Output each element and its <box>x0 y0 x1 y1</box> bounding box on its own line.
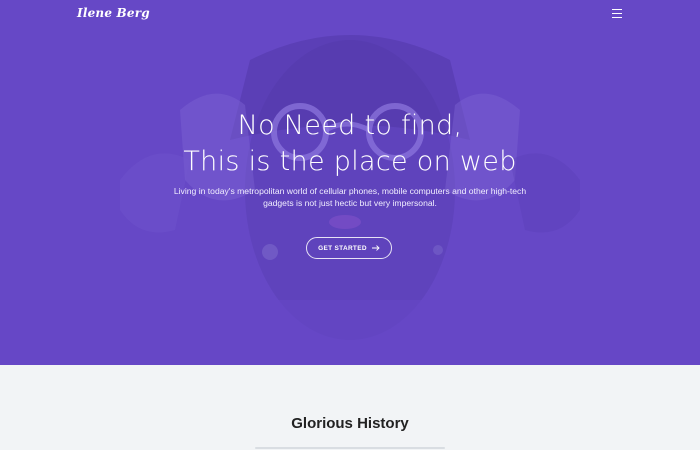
hero-section: Ilene Berg No Need to find, This is the … <box>0 0 700 365</box>
get-started-button[interactable]: GET STARTED <box>306 237 392 259</box>
arrow-right-icon <box>371 245 380 251</box>
hero-background-photo <box>0 0 700 365</box>
hamburger-menu-icon[interactable] <box>611 9 623 19</box>
get-started-label: GET STARTED <box>318 244 367 252</box>
site-logo[interactable]: Ilene Berg <box>77 6 150 20</box>
hero-title-line-1: No Need to find, <box>237 110 463 141</box>
hero-description: Living in today's metropolitan world of … <box>173 186 527 208</box>
hero-title-line-2: This is the place on web <box>183 146 517 177</box>
section-subtext-placeholder <box>255 447 445 449</box>
section-title: Glorious History <box>291 415 409 432</box>
hero-title: No Need to find, This is the place on we… <box>0 108 700 180</box>
